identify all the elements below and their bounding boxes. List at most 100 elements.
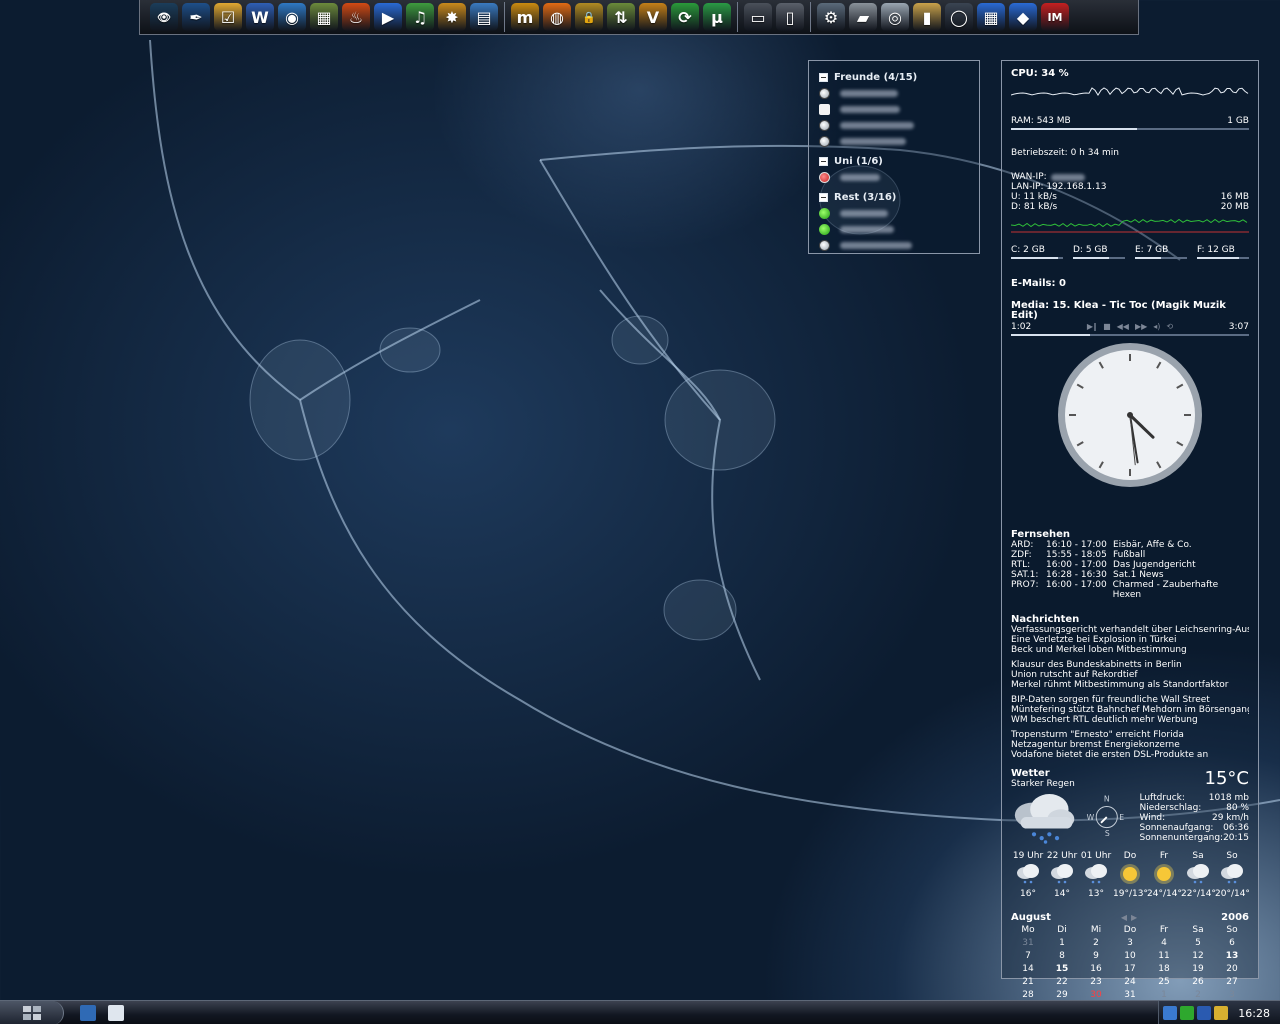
news-headline[interactable]: Klausur des Bundeskabinetts in Berlin (1011, 660, 1249, 670)
cubes-icon[interactable]: ◆ (1009, 3, 1037, 31)
news-headline[interactable]: Netzagentur bremst Energiekonzerne (1011, 740, 1249, 750)
calendar-day[interactable]: 13 (1215, 951, 1249, 961)
eye-icon[interactable]: 👁 (150, 3, 178, 31)
calendar-day[interactable]: 19 (1181, 964, 1215, 974)
harddisk-icon[interactable]: ▭ (744, 3, 772, 31)
word-icon[interactable]: W (246, 3, 274, 31)
document-icon[interactable] (108, 1005, 124, 1021)
news-headline[interactable]: WM beschert RTL deutlich mehr Werbung (1011, 715, 1249, 725)
news-headline[interactable]: Müntefering stützt Bahnchef Mehdorn im B… (1011, 705, 1249, 715)
notepad-icon[interactable]: ☑ (214, 3, 242, 31)
tv-row[interactable]: ARD: 16:10 - 17:00 Eisbär, Affe & Co. (1011, 540, 1249, 550)
buddy-contact[interactable] (819, 133, 969, 149)
news-headline[interactable]: Tropensturm "Ernesto" erreicht Florida (1011, 730, 1249, 740)
cd-icon[interactable]: ◎ (881, 3, 909, 31)
collapse-icon[interactable] (819, 72, 828, 82)
news-headline[interactable]: Union rutscht auf Rekordtief (1011, 670, 1249, 680)
calendar-day[interactable]: 7 (1011, 951, 1045, 961)
fire-icon[interactable]: ♨ (342, 3, 370, 31)
network-tray-icon[interactable] (1163, 1006, 1177, 1020)
ring-icon[interactable]: ◯ (945, 3, 973, 31)
calendar-day[interactable]: 9 (1079, 951, 1113, 961)
calendar-day[interactable]: 24 (1113, 977, 1147, 987)
next-icon[interactable]: ▶▶ (1135, 322, 1147, 332)
repeat-icon[interactable]: ⟲ (1166, 322, 1173, 332)
play-pause-icon[interactable]: ▶‖ (1087, 322, 1097, 332)
calendar-day[interactable]: 18 (1147, 964, 1181, 974)
news-headline[interactable]: BIP-Daten sorgen für freundliche Wall St… (1011, 695, 1249, 705)
tv-row[interactable]: ZDF: 15:55 - 18:05 Fußball (1011, 550, 1249, 560)
calendar-day[interactable]: 11 (1147, 951, 1181, 961)
folder-icon[interactable]: ▮ (913, 3, 941, 31)
calendar-prev-icon[interactable]: ◀ (1121, 913, 1127, 923)
news-headline[interactable]: Merkel rühmt Mitbestimmung als Standortf… (1011, 680, 1249, 690)
buddy-contact[interactable] (819, 169, 969, 185)
collapse-icon[interactable] (819, 192, 828, 202)
collapse-icon[interactable] (819, 156, 828, 166)
star-burst-icon[interactable]: ✸ (438, 3, 466, 31)
calendar-day[interactable]: 2 (1079, 938, 1113, 948)
buddy-contact[interactable] (819, 205, 969, 221)
show-desktop-icon[interactable] (80, 1005, 96, 1021)
calendar-day[interactable]: 5 (1181, 938, 1215, 948)
globe-icon[interactable]: ◉ (278, 3, 306, 31)
v-icon[interactable]: V (639, 3, 667, 31)
calendar-day[interactable]: 14 (1011, 964, 1045, 974)
calendar-day[interactable]: 26 (1181, 977, 1215, 987)
calendar-day[interactable]: 20 (1215, 964, 1249, 974)
folder-tray-icon[interactable] (1214, 1006, 1228, 1020)
calendar-day[interactable]: 15 (1045, 964, 1079, 974)
buddy-contact[interactable] (819, 237, 969, 253)
phone-icon[interactable]: ▯ (776, 3, 804, 31)
im-icon[interactable]: IM (1041, 3, 1069, 31)
calendar-day[interactable]: 17 (1113, 964, 1147, 974)
calendar-next-icon[interactable]: ▶ (1131, 913, 1137, 923)
m-logo-icon[interactable]: m (511, 3, 539, 31)
ftp-icon[interactable]: ⇅ (607, 3, 635, 31)
tv-row[interactable]: PRO7: 16:00 - 17:00 Charmed - Zauberhafte … (1011, 580, 1249, 600)
calendar-day[interactable]: 8 (1045, 951, 1079, 961)
lock-icon[interactable]: 🔒 (575, 3, 603, 31)
calendar-day[interactable]: 29 (1045, 990, 1079, 1000)
news-headline[interactable]: Beck und Merkel loben Mitbestimmung (1011, 645, 1249, 655)
volume-icon[interactable]: ◂) (1153, 322, 1160, 332)
taskbar-clock[interactable]: 16:28 (1238, 1007, 1270, 1020)
font-tray-icon[interactable] (1197, 1006, 1211, 1020)
media-progress-bar[interactable] (1011, 334, 1249, 336)
calendar-day[interactable]: 28 (1011, 990, 1045, 1000)
calendar-day[interactable]: 2 (1181, 990, 1215, 1000)
calendar-day[interactable]: 22 (1045, 977, 1079, 987)
calendar-day[interactable]: 16 (1079, 964, 1113, 974)
calendar-day[interactable]: 1 (1147, 990, 1181, 1000)
feather-icon[interactable]: ✒ (182, 3, 210, 31)
buddy-group-header[interactable]: Uni (1/6) (819, 153, 969, 169)
buddy-group-header[interactable]: Rest (3/16) (819, 189, 969, 205)
calendar-day[interactable]: 12 (1181, 951, 1215, 961)
calendar-day[interactable]: 31 (1113, 990, 1147, 1000)
calendar-day[interactable]: 25 (1147, 977, 1181, 987)
landscape-icon[interactable]: ▤ (470, 3, 498, 31)
sync-icon[interactable]: ⟳ (671, 3, 699, 31)
calendar-day[interactable]: 27 (1215, 977, 1249, 987)
map-icon[interactable]: ▦ (310, 3, 338, 31)
stop-icon[interactable]: ■ (1103, 322, 1111, 332)
buddy-contact[interactable] (819, 101, 969, 117)
scanner-icon[interactable]: ▰ (849, 3, 877, 31)
calendar-day[interactable]: 4 (1147, 938, 1181, 948)
media-player-icon[interactable]: ▶ (374, 3, 402, 31)
settings-icon[interactable]: ⚙ (817, 3, 845, 31)
calendar-day[interactable]: 31 (1011, 938, 1045, 948)
tv-row[interactable]: RTL: 16:00 - 17:00 Das Jugendgericht (1011, 560, 1249, 570)
news-headline[interactable]: Eine Verletzte bei Explosion in Türkei (1011, 635, 1249, 645)
news-headline[interactable]: Verfassungsgericht verhandelt über Leich… (1011, 625, 1249, 635)
utorrent-icon[interactable]: µ (703, 3, 731, 31)
buddy-contact[interactable] (819, 117, 969, 133)
calendar-day[interactable]: 3 (1215, 990, 1249, 1000)
calendar-day[interactable]: 10 (1113, 951, 1147, 961)
calendar-day[interactable]: 1 (1045, 938, 1079, 948)
buddy-contact[interactable] (819, 85, 969, 101)
firefox-icon[interactable]: ◍ (543, 3, 571, 31)
start-button[interactable] (0, 1001, 64, 1024)
calendar-day[interactable]: 23 (1079, 977, 1113, 987)
calendar-day[interactable]: 6 (1215, 938, 1249, 948)
